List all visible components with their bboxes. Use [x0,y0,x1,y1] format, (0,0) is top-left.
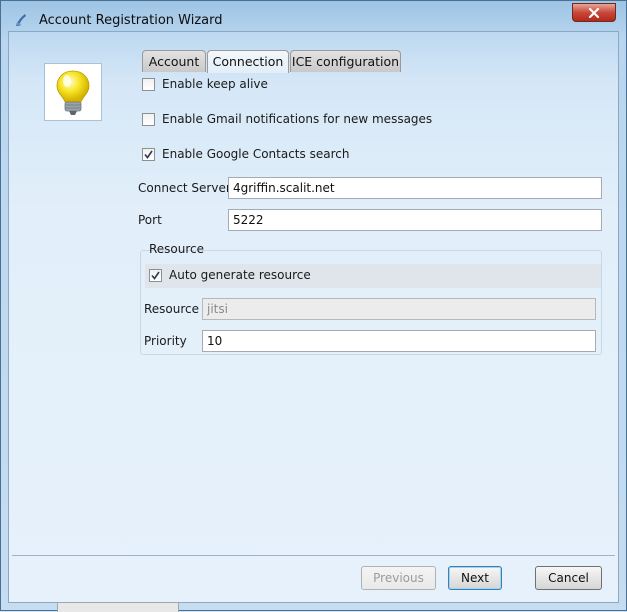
close-icon [588,7,600,18]
resource-group-title: Resource [149,242,205,256]
gmail-notifications-label: Enable Gmail notifications for new messa… [162,112,433,126]
google-contacts-option[interactable]: Enable Google Contacts search [142,147,349,161]
checkmark-icon [151,271,160,280]
auto-generate-checkbox[interactable] [149,268,162,282]
connect-server-label: Connect Server [138,181,231,195]
resource-label: Resource [144,302,200,316]
gmail-notifications-option[interactable]: Enable Gmail notifications for new messa… [142,112,432,126]
previous-button[interactable]: Previous [361,566,436,590]
tab-ice-configuration[interactable]: ICE configuration [290,50,401,72]
checkmark-icon [144,150,153,159]
cancel-button[interactable]: Cancel [535,566,602,590]
wizard-content: Account Connection ICE configuration Ena… [8,31,619,603]
connect-server-input[interactable] [228,177,602,199]
port-input[interactable] [228,209,602,231]
gmail-notifications-checkbox[interactable] [142,112,155,126]
jitsi-app-icon [16,14,26,26]
priority-label: Priority [144,334,187,348]
close-button[interactable] [572,3,616,22]
lightbulb-icon [56,70,90,115]
keep-alive-label: Enable keep alive [162,77,268,91]
priority-input[interactable] [202,330,596,352]
tab-account[interactable]: Account [142,50,206,72]
window-title: Account Registration Wizard [39,13,223,28]
wizard-window: Account Registration Wizard Account Conn… [0,0,627,612]
google-contacts-label: Enable Google Contacts search [162,147,350,161]
port-label: Port [138,213,162,227]
keep-alive-checkbox[interactable] [142,77,155,91]
keep-alive-option[interactable]: Enable keep alive [142,77,268,91]
next-button[interactable]: Next [448,566,502,590]
resource-input [202,298,596,320]
google-contacts-checkbox[interactable] [142,147,155,161]
auto-generate-label: Auto generate resource [169,268,311,282]
tab-connection[interactable]: Connection [207,50,289,73]
logo-panel [44,63,102,121]
auto-generate-option[interactable]: Auto generate resource [149,268,311,282]
button-separator [12,555,615,556]
